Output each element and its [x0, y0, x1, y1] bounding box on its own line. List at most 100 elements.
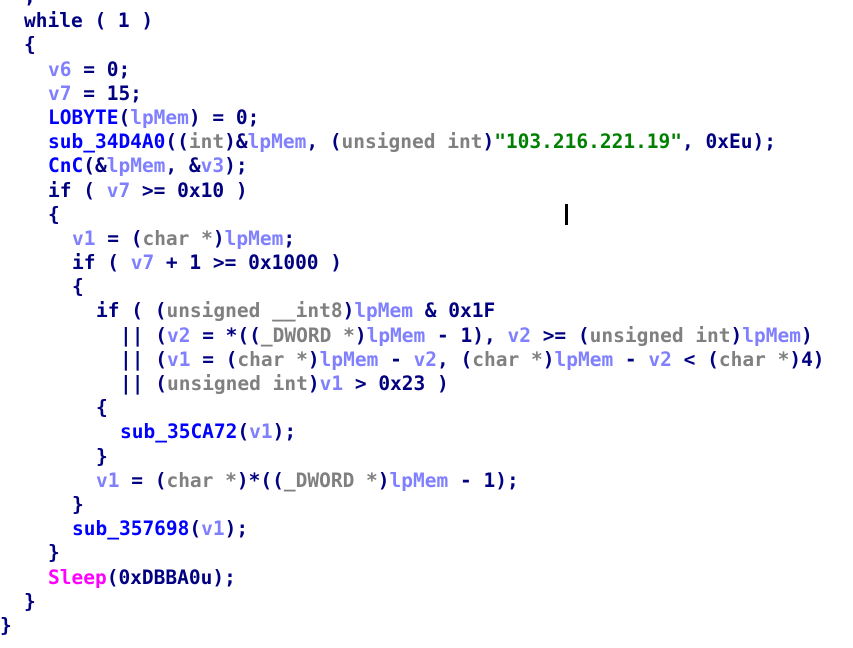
code-text: ( — [237, 420, 250, 444]
variable-token[interactable]: lpMem — [107, 154, 166, 177]
variable-token[interactable]: lpMem — [742, 324, 801, 347]
code-line[interactable]: CnC(&lpMem, &v3); — [0, 154, 825, 178]
variable-token[interactable]: v2 — [167, 324, 190, 347]
type-token: char * — [472, 347, 543, 371]
code-line[interactable]: LOBYTE(lpMem) = 0; — [0, 106, 825, 130]
code-text: - 1); — [448, 468, 519, 492]
code-text: = ( — [119, 468, 167, 492]
code-text: { — [48, 202, 60, 226]
code-text: & 0x1F — [413, 299, 496, 323]
code-line[interactable]: while ( 1 ) — [0, 9, 825, 33]
variable-token[interactable]: v7 — [48, 82, 71, 105]
code-line[interactable]: sub_35CA72(v1); — [0, 420, 825, 444]
code-text: (& — [83, 154, 107, 178]
function-token[interactable]: sub_35CA72 — [120, 420, 237, 443]
function-token[interactable]: CnC — [48, 154, 83, 177]
code-text: )*(( — [236, 468, 284, 492]
code-text: ); — [224, 517, 249, 541]
type-token: char * — [166, 468, 237, 492]
code-line[interactable]: if ( (unsigned __int8)lpMem & 0x1F — [0, 299, 825, 323]
code-line[interactable]: || (v1 = (char *)lpMem - v2, (char *)lpM… — [0, 348, 825, 372]
code-text: , ( — [306, 130, 342, 154]
code-line[interactable]: { — [0, 203, 825, 227]
variable-token[interactable]: v6 — [48, 58, 71, 81]
code-line[interactable]: { — [0, 275, 825, 299]
code-text: ) — [307, 372, 320, 395]
code-line[interactable]: } — [0, 541, 825, 565]
variable-token[interactable]: lpMem — [367, 324, 426, 347]
code-text: , ( — [437, 347, 473, 371]
variable-token[interactable]: v1 — [96, 469, 119, 492]
code-line[interactable]: sub_34D4A0((int)&lpMem, (unsigned int)"1… — [0, 130, 825, 154]
variable-token[interactable]: lpMem — [354, 299, 413, 322]
variable-token[interactable]: v2 — [414, 348, 437, 371]
code-text: - — [378, 347, 414, 371]
variable-token[interactable]: lpMem — [320, 348, 379, 371]
code-text: ) — [377, 468, 390, 492]
code-text: = ( — [190, 347, 238, 371]
code-line[interactable]: v6 = 0; — [0, 58, 825, 82]
code-line[interactable]: ; — [0, 0, 825, 9]
function-token[interactable]: sub_34D4A0 — [48, 130, 165, 153]
function-token[interactable]: sub_357698 — [72, 517, 189, 540]
pseudocode-view[interactable]: ;while ( 1 ){v6 = 0;v7 = 15;LOBYTE(lpMem… — [0, 0, 825, 638]
variable-token[interactable]: v7 — [131, 251, 154, 274]
code-text: < ( — [671, 347, 719, 371]
variable-token[interactable]: lpMem — [554, 348, 613, 371]
variable-token[interactable]: lpMem — [225, 227, 284, 250]
code-text: ) — [801, 323, 813, 347]
code-text: (0xDBBA0u); — [106, 565, 236, 589]
code-line[interactable]: v1 = (char *)*((_DWORD *)lpMem - 1); — [0, 469, 825, 493]
code-line[interactable]: || (v2 = *((_DWORD *)lpMem - 1), v2 >= (… — [0, 324, 825, 348]
code-text: ) = 0; — [188, 105, 260, 129]
code-text: - 1), — [425, 323, 508, 347]
function-token[interactable]: LOBYTE — [48, 106, 118, 129]
text-cursor — [565, 204, 568, 225]
code-text: if ( — [72, 251, 131, 275]
variable-token[interactable]: v1 — [201, 517, 224, 540]
code-text: ; — [24, 0, 36, 8]
import-function-token[interactable]: Sleep — [48, 566, 107, 589]
variable-token[interactable]: v7 — [107, 179, 130, 202]
code-line[interactable]: v7 = 15; — [0, 82, 825, 106]
code-text: , & — [165, 154, 201, 178]
code-text: ) — [730, 323, 743, 347]
code-text: ) — [307, 347, 320, 371]
code-text: = 0; — [71, 57, 131, 81]
variable-token[interactable]: lpMem — [390, 469, 449, 492]
variable-token[interactable]: lpMem — [248, 130, 307, 153]
variable-token[interactable]: v2 — [507, 324, 530, 347]
code-text: , 0xEu); — [682, 130, 776, 154]
code-line[interactable]: } — [0, 445, 825, 469]
type-token: unsigned int — [341, 130, 483, 154]
code-text: if ( ( — [96, 299, 167, 323]
code-line[interactable]: { — [0, 396, 825, 420]
code-text: ) — [354, 323, 367, 347]
variable-token[interactable]: v1 — [320, 372, 343, 395]
code-line[interactable]: { — [0, 33, 825, 57]
variable-token[interactable]: v3 — [201, 154, 224, 177]
code-text: = *(( — [190, 323, 261, 347]
code-line[interactable]: } — [0, 590, 825, 614]
variable-token[interactable]: v1 — [249, 420, 272, 443]
code-text: = 15; — [71, 81, 142, 105]
code-text: = ( — [95, 226, 143, 250]
variable-token[interactable]: lpMem — [130, 106, 189, 129]
code-text: ( — [189, 517, 202, 541]
variable-token[interactable]: v2 — [648, 348, 671, 371]
variable-token[interactable]: v1 — [167, 348, 190, 371]
code-line[interactable]: if ( v7 >= 0x10 ) — [0, 179, 825, 203]
code-text: ) — [542, 347, 555, 371]
code-line[interactable]: } — [0, 614, 825, 638]
variable-token[interactable]: v1 — [72, 227, 95, 250]
code-line[interactable]: || (unsigned int)v1 > 0x23 ) — [0, 372, 825, 396]
code-text: ) — [482, 130, 495, 154]
code-text: } — [48, 541, 60, 565]
code-line[interactable]: Sleep(0xDBBA0u); — [0, 566, 825, 590]
code-text: || ( — [120, 323, 167, 347]
code-line[interactable]: v1 = (char *)lpMem; — [0, 227, 825, 251]
code-line[interactable]: } — [0, 493, 825, 517]
code-line[interactable]: if ( v7 + 1 >= 0x1000 ) — [0, 251, 825, 275]
code-line[interactable]: sub_357698(v1); — [0, 517, 825, 541]
code-text: { — [96, 396, 108, 420]
